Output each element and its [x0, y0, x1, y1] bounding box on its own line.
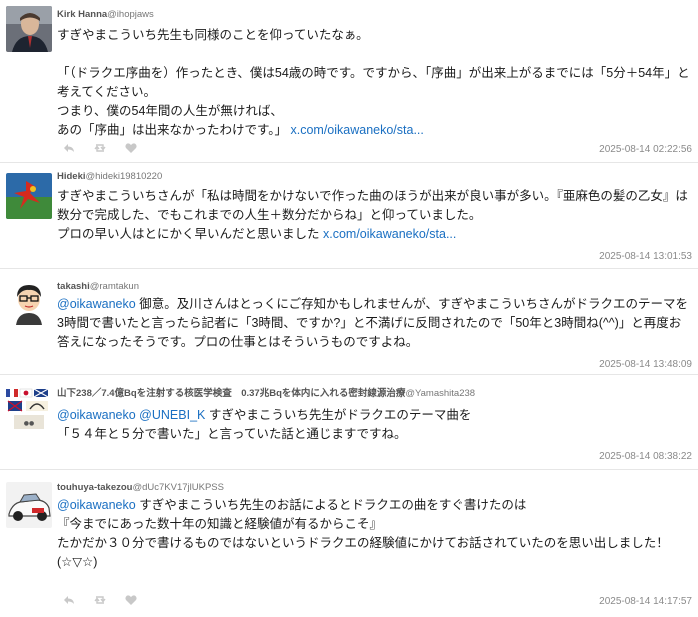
like-icon[interactable] [124, 141, 138, 155]
tweet-header: Kirk Hanna@ihopjaws [57, 9, 154, 21]
avatar-photo [6, 482, 52, 528]
timestamp[interactable]: 2025-08-14 14:17:57 [599, 596, 692, 607]
tweet-text: @oikawaneko 御意。及川さんはとっくにご存知かもしれませんが、すぎやま… [57, 295, 692, 352]
avatar[interactable] [6, 6, 52, 52]
tweet-header: 山下238／7.4億Bqを注射する核医学検査 0.37兆Bqを体内に入れる密封線… [57, 388, 475, 400]
handle[interactable]: @ihopjaws [107, 9, 154, 20]
tweet-actions [62, 593, 138, 607]
retweet-icon[interactable] [93, 141, 107, 155]
avatar-photo [6, 6, 52, 52]
tweet: Kirk Hanna@ihopjaws すぎやまこういち先生も同様のことを仰って… [0, 0, 698, 163]
display-name[interactable]: Hideki [57, 171, 86, 182]
handle[interactable]: @ramtakun [90, 281, 139, 292]
avatar-photo: ●● [6, 387, 52, 433]
display-name[interactable]: Kirk Hanna [57, 9, 107, 20]
tweet-link[interactable]: x.com/oikawaneko/sta... [323, 227, 456, 241]
reply-icon[interactable] [62, 593, 76, 607]
tweet: touhuya-takezou@dUc7KV17jlUKPSS @oikawan… [0, 470, 698, 617]
svg-text:●●: ●● [24, 420, 34, 427]
avatar[interactable]: ●● [6, 387, 52, 433]
mention[interactable]: @oikawaneko [57, 297, 136, 311]
avatar[interactable] [6, 173, 52, 219]
tweet: takashi@ramtakun @oikawaneko 御意。及川さんはとっく… [0, 269, 698, 375]
display-name[interactable]: touhuya-takezou [57, 482, 132, 493]
tweet: ●● 山下238／7.4億Bqを注射する核医学検査 0.37兆Bqを体内に入れる… [0, 375, 698, 470]
handle[interactable]: @Yamashita238 [405, 388, 475, 399]
mention[interactable]: @oikawaneko @UNEBI_K [57, 408, 205, 422]
tweet-body: すぎやまこういち先生のお話によるとドラクエの曲をすぐ書けたのは 『今までにあった… [57, 498, 669, 569]
handle[interactable]: @hideki19810220 [86, 171, 163, 182]
avatar-photo [6, 173, 52, 219]
mention[interactable]: @oikawaneko [57, 498, 136, 512]
reply-icon[interactable] [62, 141, 76, 155]
avatar[interactable] [6, 482, 52, 528]
tweet-text: @oikawaneko すぎやまこういち先生のお話によるとドラクエの曲をすぐ書け… [57, 496, 692, 572]
display-name[interactable]: takashi [57, 281, 90, 292]
tweet-header: touhuya-takezou@dUc7KV17jlUKPSS [57, 482, 224, 494]
retweet-icon[interactable] [93, 593, 107, 607]
tweet-text: すぎやまこういちさんが「私は時間をかけないで作った曲のほうが出来が良い事が多い。… [57, 187, 692, 244]
tweet-header: takashi@ramtakun [57, 281, 139, 293]
timestamp[interactable]: 2025-08-14 08:38:22 [599, 451, 692, 462]
avatar-photo [6, 279, 52, 325]
display-name[interactable]: 山下238／7.4億Bqを注射する核医学検査 0.37兆Bqを体内に入れる密封線… [57, 388, 405, 399]
timestamp[interactable]: 2025-08-14 13:01:53 [599, 251, 692, 262]
tweet-actions [62, 141, 138, 155]
avatar[interactable] [6, 279, 52, 325]
tweet-body: すぎやまこういち先生も同様のことを仰っていたなぁ。 「（ドラクエ序曲を）作ったと… [57, 28, 690, 137]
tweet-text: @oikawaneko @UNEBI_K すぎやまこういち先生がドラクエのテーマ… [57, 406, 692, 444]
timestamp[interactable]: 2025-08-14 02:22:56 [599, 144, 692, 155]
like-icon[interactable] [124, 593, 138, 607]
tweet-header: Hideki@hideki19810220 [57, 171, 162, 183]
tweet: Hideki@hideki19810220 すぎやまこういちさんが「私は時間をか… [0, 163, 698, 269]
timestamp[interactable]: 2025-08-14 13:48:09 [599, 359, 692, 370]
tweet-body: 御意。及川さんはとっくにご存知かもしれませんが、すぎやまこういちさんがドラクエの… [57, 297, 688, 349]
tweet-link[interactable]: x.com/oikawaneko/sta... [290, 123, 423, 137]
handle[interactable]: @dUc7KV17jlUKPSS [132, 482, 224, 493]
tweet-text: すぎやまこういち先生も同様のことを仰っていたなぁ。 「（ドラクエ序曲を）作ったと… [57, 26, 692, 140]
